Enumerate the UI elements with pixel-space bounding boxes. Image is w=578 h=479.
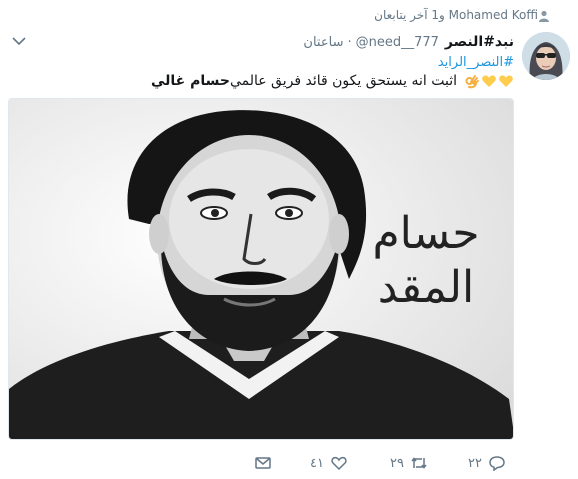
author-handle[interactable]: @need__777 — [356, 35, 439, 50]
like-count: ٤١ — [310, 455, 324, 471]
person-icon — [538, 10, 550, 22]
caption-line-1: حسام — [372, 208, 480, 259]
chevron-down-icon[interactable] — [12, 36, 26, 46]
like-button[interactable]: ٤١ — [310, 455, 348, 471]
avatar[interactable] — [522, 32, 570, 80]
retweet-icon — [410, 455, 428, 471]
ok-hand-emoji — [464, 73, 480, 89]
tweet-text-body: اثبت انه يستحق يكون قائد فريق عالمي — [229, 73, 457, 89]
yellow-heart-emoji — [498, 73, 514, 89]
tweet-actions: ٢٢ ٢٩ ٤١ — [0, 455, 578, 475]
tweet-timestamp[interactable]: ساعتان — [303, 35, 343, 50]
direct-message-button[interactable] — [254, 455, 272, 471]
tweet-media-image[interactable]: حسام المقد — [8, 98, 514, 440]
reply-button[interactable]: ٢٢ — [468, 455, 506, 471]
envelope-icon — [254, 455, 272, 471]
tweet-text-bold: حسام غالي — [150, 73, 230, 89]
tweet[interactable]: Mohamed Koffi و1 آخر يتابعان نبد#النصر @… — [0, 0, 578, 479]
heart-icon — [330, 455, 348, 471]
tweet-text: حسام غالي اثبت انه يستحق يكون قائد فريق … — [151, 73, 514, 89]
caption-line-2: المقد — [377, 262, 475, 313]
social-context[interactable]: Mohamed Koffi و1 آخر يتابعان — [374, 8, 538, 22]
reply-icon — [488, 455, 506, 471]
tweet-header: نبد#النصر @need__777 · ساعتان — [303, 34, 514, 50]
retweet-count: ٢٩ — [390, 455, 404, 471]
retweet-button[interactable]: ٢٩ — [390, 455, 428, 471]
header-separator: · — [347, 35, 352, 50]
hashtag-link[interactable]: #النصر_الرايد — [438, 55, 514, 70]
yellow-heart-emoji — [481, 73, 497, 89]
media-caption: حسام المقد — [351, 207, 501, 315]
author-name[interactable]: نبد#النصر — [445, 34, 514, 50]
reply-count: ٢٢ — [468, 455, 482, 471]
